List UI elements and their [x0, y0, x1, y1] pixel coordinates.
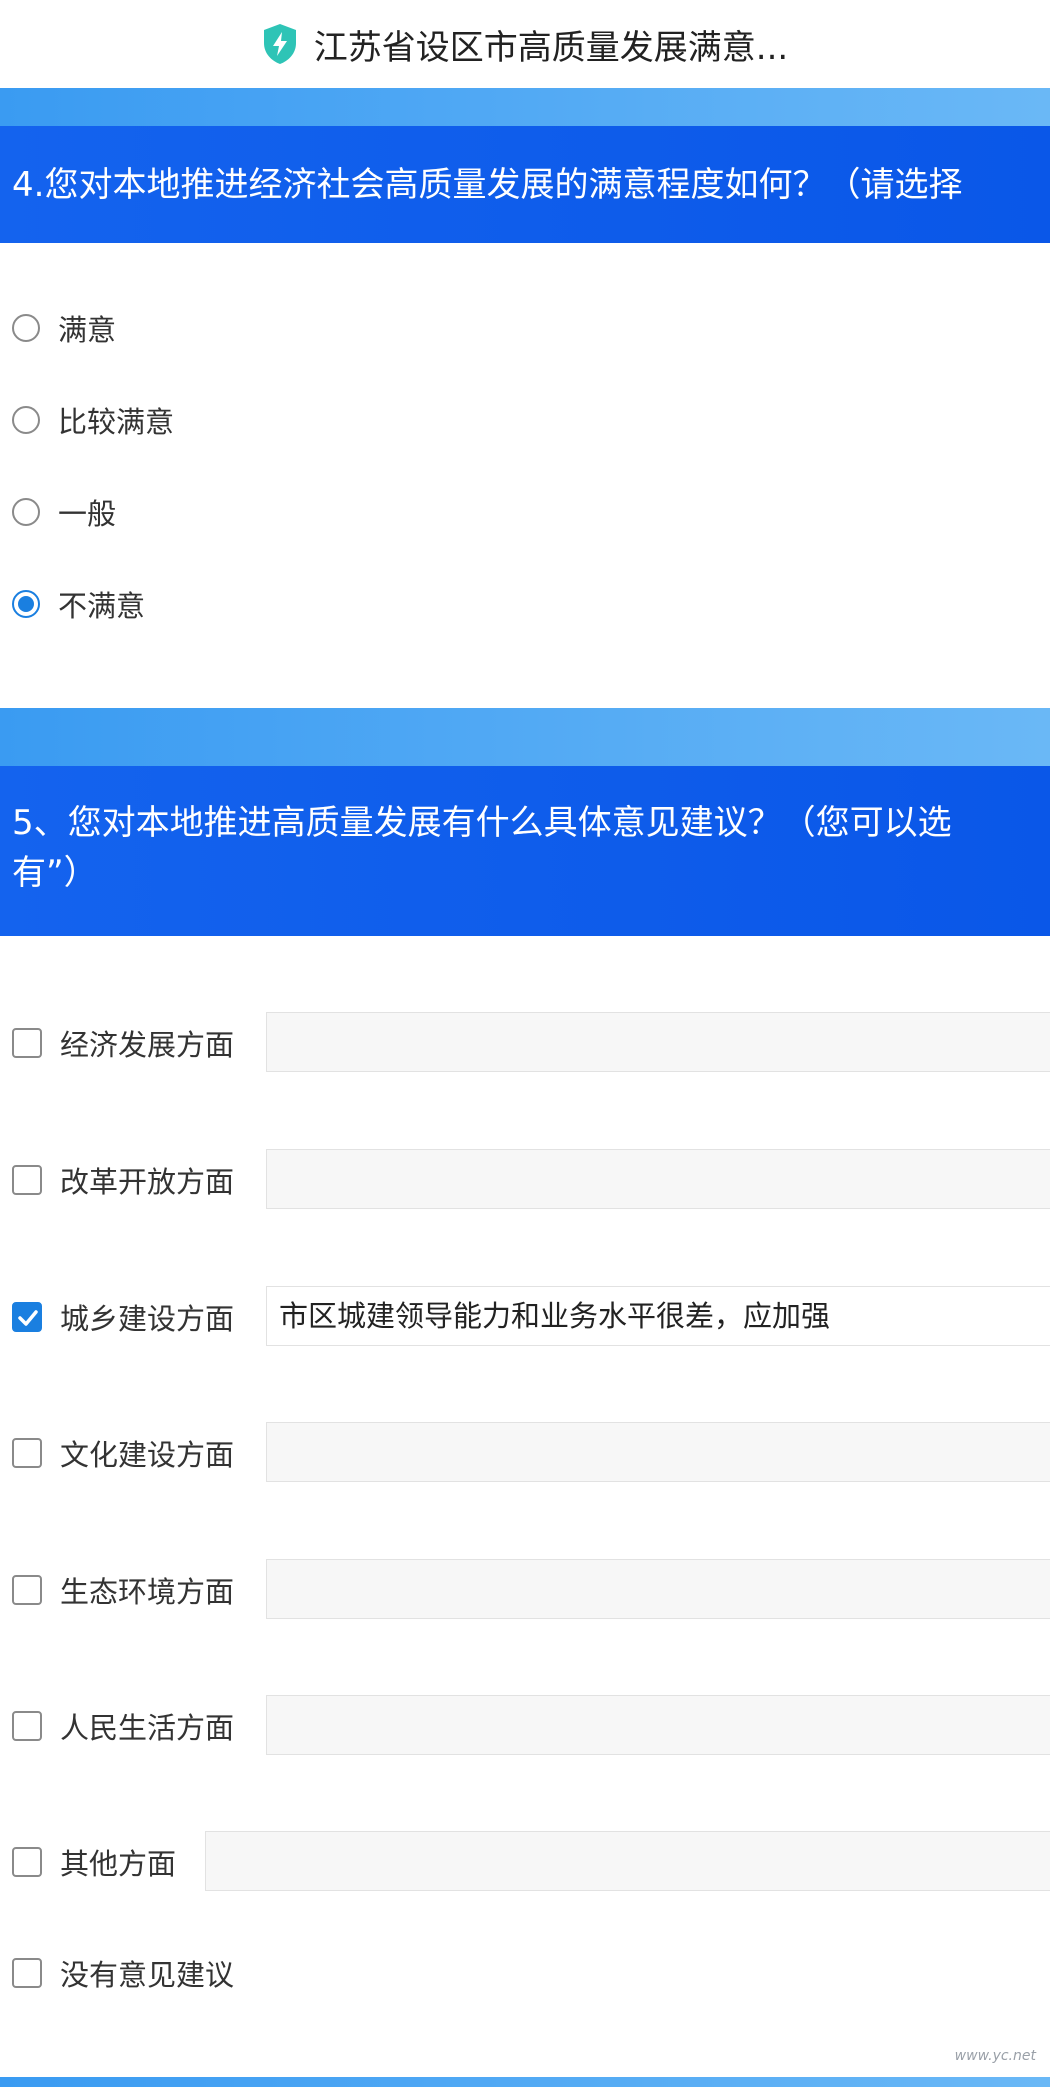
page-title: 江苏省设区市高质量发展满意...	[313, 27, 789, 68]
checkbox[interactable]	[12, 1028, 42, 1058]
q4-option-fairly-satisfied[interactable]: 比较满意	[0, 390, 1050, 450]
radio-button-selected[interactable]	[12, 590, 40, 618]
checkbox[interactable]	[12, 1438, 42, 1468]
q4-option-average[interactable]: 一般	[0, 482, 1050, 542]
q4-option-dissatisfied[interactable]: 不满意	[0, 574, 1050, 634]
radio-button[interactable]	[12, 406, 40, 434]
checkbox[interactable]	[12, 1575, 42, 1605]
culture-suggestion-input[interactable]	[266, 1422, 1050, 1482]
urban-rural-suggestion-input[interactable]: 市区城建领导能力和业务水平很差，应加强	[266, 1286, 1050, 1346]
section-divider	[0, 88, 1050, 126]
shield-bolt-icon	[263, 24, 296, 64]
ecology-suggestion-input[interactable]	[266, 1559, 1050, 1619]
watermark: www.yc.net	[954, 2048, 1036, 2064]
checkbox[interactable]	[12, 1165, 42, 1195]
q5-item-no-suggestion[interactable]: 没有意见建议	[0, 1941, 1050, 2005]
question-4-title: 4.您对本地推进经济社会高质量发展的满意程度如何？（请选择	[0, 126, 1050, 243]
section-divider	[0, 708, 1050, 766]
checkbox-checked[interactable]	[12, 1302, 42, 1332]
page-header: 江苏省设区市高质量发展满意...	[0, 0, 1050, 88]
q4-option-satisfied[interactable]: 满意	[0, 298, 1050, 358]
checkbox[interactable]	[12, 1958, 42, 1988]
economy-suggestion-input[interactable]	[266, 1012, 1050, 1072]
check-icon	[18, 1310, 38, 1326]
radio-button[interactable]	[12, 314, 40, 342]
other-suggestion-input[interactable]	[205, 1831, 1050, 1891]
radio-button[interactable]	[12, 498, 40, 526]
checkbox[interactable]	[12, 1847, 42, 1877]
question-5-title: 5、您对本地推进高质量发展有什么具体意见建议？（您可以选 有”）	[0, 766, 1050, 936]
section-divider	[0, 2077, 1050, 2087]
livelihood-suggestion-input[interactable]	[266, 1695, 1050, 1755]
checkbox[interactable]	[12, 1711, 42, 1741]
reform-suggestion-input[interactable]	[266, 1149, 1050, 1209]
